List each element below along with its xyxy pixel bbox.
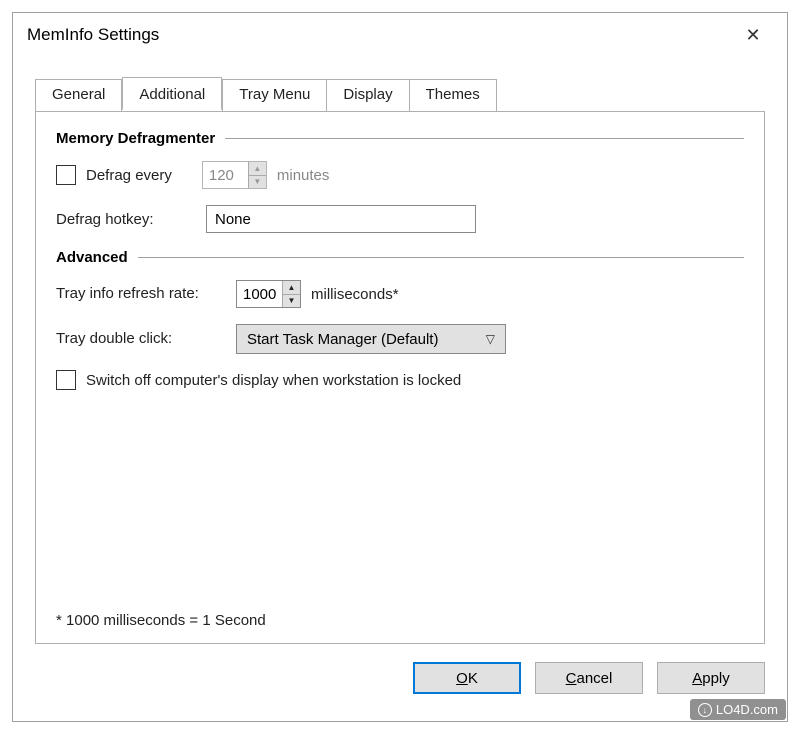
- section-title: Memory Defragmenter: [56, 130, 215, 147]
- tab-general[interactable]: General: [35, 79, 122, 112]
- cancel-button-label: Cancel: [566, 670, 613, 687]
- spinner-up-icon[interactable]: ▲: [249, 162, 266, 176]
- switch-off-display-label: Switch off computer's display when works…: [86, 372, 461, 389]
- refresh-rate-row: Tray info refresh rate: 1000 ▲ ▼ millise…: [56, 280, 744, 308]
- defrag-every-row: Defrag every 120 ▲ ▼ minutes: [56, 161, 744, 189]
- defrag-every-checkbox[interactable]: [56, 165, 76, 185]
- section-title: Advanced: [56, 249, 128, 266]
- settings-window: MemInfo Settings ✕ General Additional Tr…: [12, 12, 788, 722]
- tab-tray-menu[interactable]: Tray Menu: [222, 79, 327, 112]
- tray-double-click-row: Tray double click: Start Task Manager (D…: [56, 324, 744, 354]
- spinner-buttons: ▲ ▼: [282, 281, 300, 307]
- refresh-rate-value[interactable]: 1000: [237, 281, 282, 307]
- defrag-hotkey-input[interactable]: None: [206, 205, 476, 233]
- switch-off-display-checkbox[interactable]: [56, 370, 76, 390]
- close-icon[interactable]: ✕: [733, 25, 773, 46]
- section-divider: [225, 138, 744, 139]
- refresh-rate-spinner[interactable]: 1000 ▲ ▼: [236, 280, 301, 308]
- watermark-text: LO4D.com: [716, 702, 778, 717]
- defrag-every-value[interactable]: 120: [203, 162, 248, 188]
- dialog-actions: OK Cancel Apply: [13, 644, 787, 694]
- spinner-buttons: ▲ ▼: [248, 162, 266, 188]
- tab-additional[interactable]: Additional: [122, 77, 222, 110]
- footnote-text: * 1000 milliseconds = 1 Second: [56, 612, 266, 629]
- defrag-every-label: Defrag every: [86, 167, 172, 184]
- ok-button-label: OK: [456, 670, 478, 687]
- switch-off-display-row: Switch off computer's display when works…: [56, 370, 744, 390]
- tab-themes[interactable]: Themes: [410, 79, 497, 112]
- tab-display[interactable]: Display: [327, 79, 409, 112]
- defrag-hotkey-value: None: [215, 211, 251, 228]
- refresh-rate-label: Tray info refresh rate:: [56, 284, 226, 304]
- watermark: ↓ LO4D.com: [690, 699, 786, 720]
- section-advanced: Advanced: [56, 249, 744, 266]
- chevron-down-icon: ▽: [486, 332, 495, 346]
- tray-double-click-label: Tray double click:: [56, 329, 226, 349]
- section-memory-defragmenter: Memory Defragmenter: [56, 130, 744, 147]
- refresh-rate-unit: milliseconds*: [311, 286, 399, 303]
- defrag-every-unit: minutes: [277, 167, 330, 184]
- tab-bar: General Additional Tray Menu Display The…: [35, 79, 765, 112]
- titlebar: MemInfo Settings ✕: [13, 13, 787, 57]
- defrag-hotkey-label: Defrag hotkey:: [56, 211, 196, 228]
- spinner-down-icon[interactable]: ▼: [249, 176, 266, 189]
- tab-panel: Memory Defragmenter Defrag every 120 ▲ ▼…: [35, 112, 765, 644]
- content-area: General Additional Tray Menu Display The…: [13, 57, 787, 644]
- defrag-hotkey-row: Defrag hotkey: None: [56, 205, 744, 233]
- window-title: MemInfo Settings: [27, 25, 733, 45]
- ok-button[interactable]: OK: [413, 662, 521, 694]
- apply-button[interactable]: Apply: [657, 662, 765, 694]
- spinner-down-icon[interactable]: ▼: [283, 295, 300, 308]
- watermark-icon: ↓: [698, 703, 712, 717]
- tray-double-click-select[interactable]: Start Task Manager (Default) ▽: [236, 324, 506, 354]
- section-divider: [138, 257, 744, 258]
- defrag-every-spinner[interactable]: 120 ▲ ▼: [202, 161, 267, 189]
- tray-double-click-value: Start Task Manager (Default): [247, 331, 438, 348]
- cancel-button[interactable]: Cancel: [535, 662, 643, 694]
- spinner-up-icon[interactable]: ▲: [283, 281, 300, 295]
- apply-button-label: Apply: [692, 670, 730, 687]
